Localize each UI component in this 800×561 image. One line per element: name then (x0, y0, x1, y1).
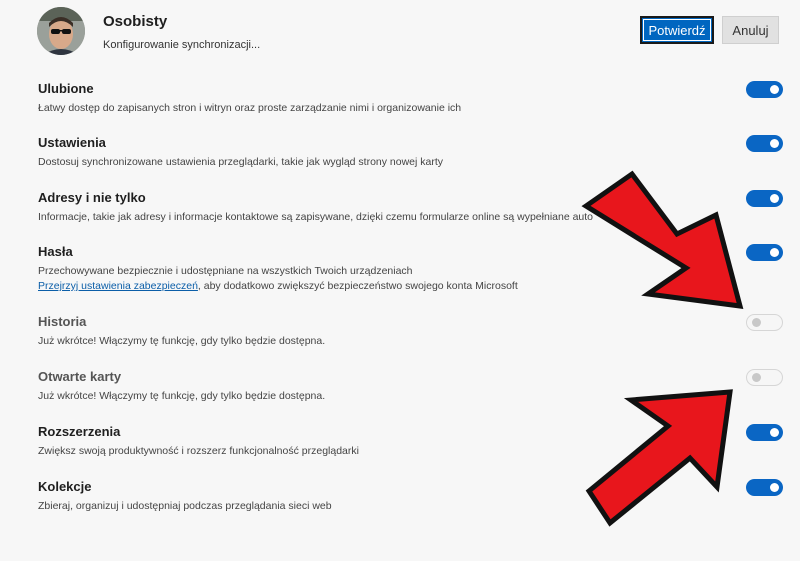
setting-description: Dostosuj synchronizowane ustawienia prze… (38, 156, 444, 168)
setting-description: Już wkrótce! Włączymy tę funkcję, gdy ty… (38, 335, 326, 347)
setting-title: Rozszerzenia (38, 424, 121, 439)
settings-toggle[interactable] (746, 135, 783, 152)
setting-description: Przechowywane bezpiecznie i udostępniane… (38, 265, 413, 277)
setting-description: Już wkrótce! Włączymy tę funkcję, gdy ty… (38, 390, 326, 402)
favorites-toggle[interactable] (746, 81, 783, 98)
setting-title: Adresy i nie tylko (38, 190, 146, 205)
setting-title: Kolekcje (38, 479, 92, 494)
open-tabs-toggle[interactable] (746, 369, 783, 386)
collections-toggle[interactable] (746, 479, 783, 496)
setting-addresses: Adresy i nie tylko Informacje, takie jak… (0, 190, 800, 240)
setting-favorites: Ulubione Łatwy dostęp do zapisanych stro… (0, 81, 800, 131)
profile-header: Osobisty Konfigurowanie synchronizacji..… (0, 0, 800, 70)
setting-history: Historia Już wkrótce! Włączymy tę funkcj… (0, 314, 800, 364)
setting-title: Ustawienia (38, 135, 106, 150)
setting-collections: Kolekcje Zbieraj, organizuj i udostępnia… (0, 479, 800, 529)
setting-extensions: Rozszerzenia Zwiększ swoją produktywność… (0, 424, 800, 474)
setting-title: Hasła (38, 244, 73, 259)
extensions-toggle[interactable] (746, 424, 783, 441)
avatar (37, 7, 85, 55)
setting-description: Łatwy dostęp do zapisanych stron i witry… (38, 102, 462, 114)
setting-open-tabs: Otwarte karty Już wkrótce! Włączymy tę f… (0, 369, 800, 419)
setting-title: Otwarte karty (38, 369, 122, 384)
passwords-toggle[interactable] (746, 244, 783, 261)
security-settings-link[interactable]: Przejrzyj ustawienia zabezpieczeń (38, 280, 198, 292)
setting-description-line2: Przejrzyj ustawienia zabezpieczeń, aby d… (38, 280, 518, 292)
setting-settings: Ustawienia Dostosuj synchronizowane usta… (0, 135, 800, 185)
setting-title: Ulubione (38, 81, 94, 96)
sync-status-text: Konfigurowanie synchronizacji... (103, 39, 261, 51)
profile-name: Osobisty (103, 13, 168, 30)
setting-description: Zbieraj, organizuj i udostępniaj podczas… (38, 500, 332, 512)
addresses-toggle[interactable] (746, 190, 783, 207)
confirm-button[interactable]: Potwierdź (640, 16, 714, 44)
setting-passwords: Hasła Przechowywane bezpiecznie i udostę… (0, 244, 800, 304)
history-toggle[interactable] (746, 314, 783, 331)
setting-title: Historia (38, 314, 87, 329)
setting-description: Informacje, takie jak adresy i informacj… (38, 211, 594, 223)
setting-description-suffix: , aby dodatkowo zwiększyć bezpieczeństwo… (197, 280, 518, 292)
setting-description: Zwiększ swoją produktywność i rozszerz f… (38, 445, 359, 457)
cancel-button[interactable]: Anuluj (722, 16, 779, 44)
